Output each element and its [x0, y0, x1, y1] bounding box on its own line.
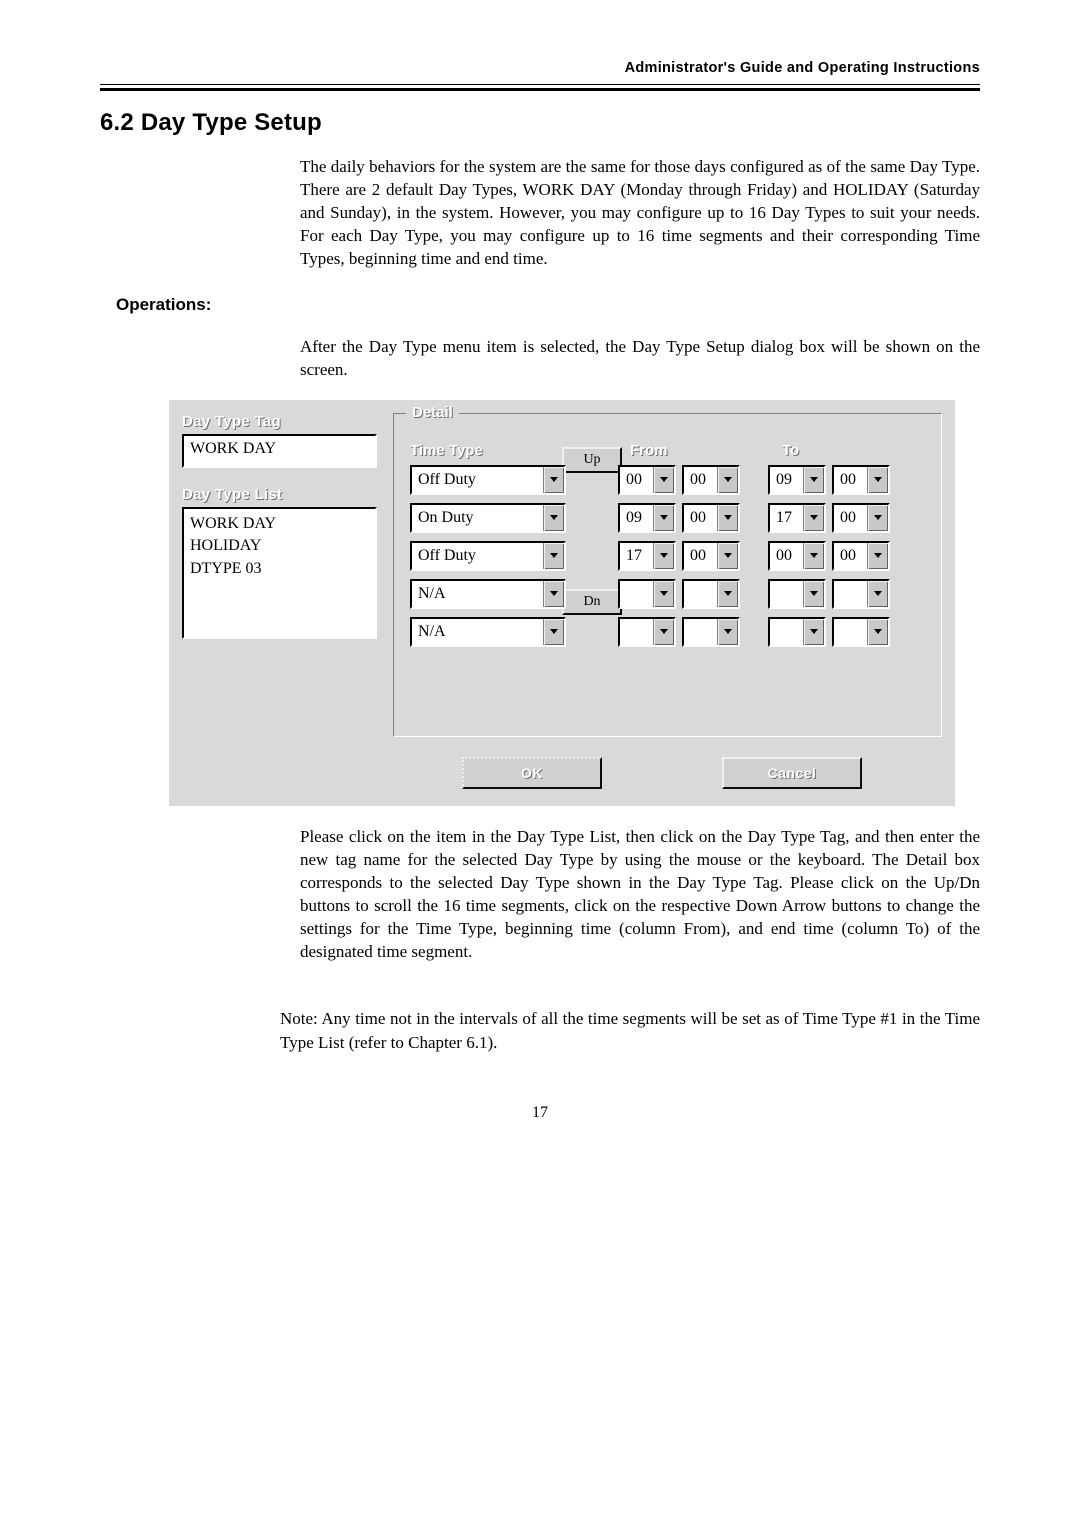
- from-hour-select[interactable]: [618, 617, 676, 647]
- chevron-down-icon[interactable]: [653, 543, 674, 569]
- to-hour-select[interactable]: 09: [768, 465, 826, 495]
- from-min-select[interactable]: 00: [682, 503, 740, 533]
- time-segment-row: N/A: [410, 617, 925, 647]
- from-hour-select[interactable]: 09: [618, 503, 676, 533]
- section-title: 6.2 Day Type Setup: [100, 109, 980, 137]
- day-type-list-label: Day Type List: [182, 486, 377, 503]
- chevron-down-icon[interactable]: [803, 543, 824, 569]
- chevron-down-icon[interactable]: [803, 581, 824, 607]
- chevron-down-icon[interactable]: [717, 505, 738, 531]
- to-min-select[interactable]: 00: [832, 465, 890, 495]
- chevron-down-icon[interactable]: [653, 619, 674, 645]
- time-type-select[interactable]: N/A: [410, 617, 566, 647]
- operations-paragraph: After the Day Type menu item is selected…: [300, 335, 980, 381]
- time-type-select[interactable]: Off Duty: [410, 541, 566, 571]
- chevron-down-icon[interactable]: [717, 467, 738, 493]
- chevron-down-icon[interactable]: [543, 505, 564, 531]
- to-hour-select[interactable]: 00: [768, 541, 826, 571]
- time-segment-row: Off Duty 17 00 00 00: [410, 541, 925, 571]
- list-item[interactable]: HOLIDAY: [190, 535, 369, 557]
- page-number: 17: [100, 1104, 980, 1122]
- time-type-select[interactable]: On Duty: [410, 503, 566, 533]
- list-item[interactable]: DTYPE 03: [190, 558, 369, 580]
- chevron-down-icon[interactable]: [803, 467, 824, 493]
- time-type-header: Time Type: [410, 442, 578, 459]
- chevron-down-icon[interactable]: [867, 581, 888, 607]
- chevron-down-icon[interactable]: [543, 543, 564, 569]
- chevron-down-icon[interactable]: [543, 467, 564, 493]
- day-type-list[interactable]: WORK DAY HOLIDAY DTYPE 03: [182, 507, 377, 639]
- instructions-paragraph: Please click on the item in the Day Type…: [300, 825, 980, 964]
- time-segment-row: On Duty 09 00 17 00: [410, 503, 925, 533]
- day-type-tag-input[interactable]: WORK DAY: [182, 434, 377, 468]
- chevron-down-icon[interactable]: [717, 619, 738, 645]
- chevron-down-icon[interactable]: [803, 619, 824, 645]
- to-header: To: [782, 442, 925, 459]
- from-min-select[interactable]: 00: [682, 465, 740, 495]
- day-type-tag-label: Day Type Tag: [182, 413, 377, 430]
- to-min-select[interactable]: 00: [832, 503, 890, 533]
- cancel-button[interactable]: Cancel: [722, 757, 862, 789]
- time-segment-row: N/A: [410, 579, 925, 609]
- detail-groupbox: Detail Time Type From To Up Dn: [393, 413, 942, 737]
- from-min-select[interactable]: 00: [682, 541, 740, 571]
- day-type-setup-dialog: Day Type Tag WORK DAY Day Type List WORK…: [168, 399, 956, 807]
- chevron-down-icon[interactable]: [717, 581, 738, 607]
- chevron-down-icon[interactable]: [543, 619, 564, 645]
- from-hour-select[interactable]: [618, 579, 676, 609]
- header-rule: [100, 84, 980, 91]
- note-paragraph: Note: Any time not in the intervals of a…: [280, 1007, 980, 1053]
- chevron-down-icon[interactable]: [543, 581, 564, 607]
- operations-heading: Operations:: [116, 295, 980, 315]
- list-item[interactable]: WORK DAY: [190, 513, 369, 535]
- to-min-select[interactable]: 00: [832, 541, 890, 571]
- from-min-select[interactable]: [682, 579, 740, 609]
- chevron-down-icon[interactable]: [717, 543, 738, 569]
- from-header: From: [630, 442, 782, 459]
- chevron-down-icon[interactable]: [803, 505, 824, 531]
- time-type-select[interactable]: N/A: [410, 579, 566, 609]
- chevron-down-icon[interactable]: [653, 505, 674, 531]
- detail-legend: Detail: [406, 404, 459, 421]
- from-hour-select[interactable]: 17: [618, 541, 676, 571]
- chevron-down-icon[interactable]: [867, 543, 888, 569]
- chevron-down-icon[interactable]: [867, 505, 888, 531]
- intro-paragraph: The daily behaviors for the system are t…: [300, 155, 980, 271]
- ok-button[interactable]: OK: [462, 757, 602, 789]
- chevron-down-icon[interactable]: [867, 619, 888, 645]
- to-min-select[interactable]: [832, 579, 890, 609]
- time-segment-row: Off Duty 00 00 09 00: [410, 465, 925, 495]
- to-hour-select[interactable]: [768, 579, 826, 609]
- from-min-select[interactable]: [682, 617, 740, 647]
- from-hour-select[interactable]: 00: [618, 465, 676, 495]
- to-min-select[interactable]: [832, 617, 890, 647]
- to-hour-select[interactable]: 17: [768, 503, 826, 533]
- chevron-down-icon[interactable]: [867, 467, 888, 493]
- running-header: Administrator's Guide and Operating Inst…: [100, 60, 980, 84]
- to-hour-select[interactable]: [768, 617, 826, 647]
- time-type-select[interactable]: Off Duty: [410, 465, 566, 495]
- chevron-down-icon[interactable]: [653, 581, 674, 607]
- chevron-down-icon[interactable]: [653, 467, 674, 493]
